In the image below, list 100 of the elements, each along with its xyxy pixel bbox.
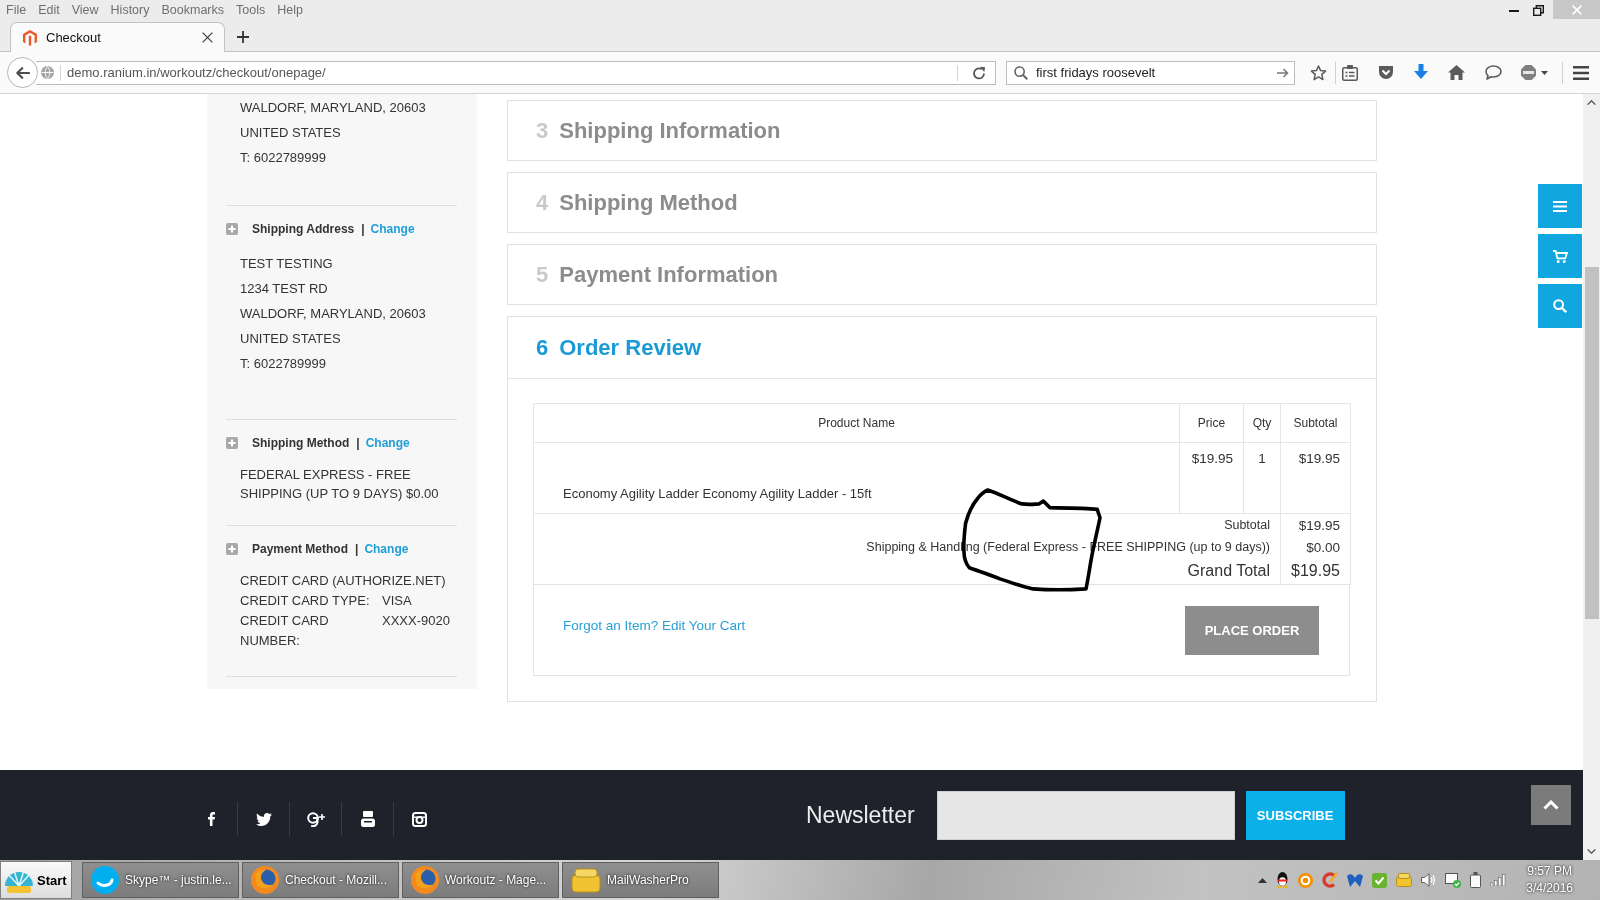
taskbar-button[interactable]: MailWasherPro: [562, 862, 719, 898]
info-line: WALDORF, MARYLAND, 20603: [240, 305, 427, 323]
menu-item[interactable]: Bookmarks: [161, 2, 224, 18]
close-icon: [1571, 4, 1582, 15]
info-line: T: 6022789999: [240, 355, 328, 373]
fox-globe-icon: [411, 866, 439, 894]
menu-button[interactable]: [1538, 184, 1582, 228]
search-field[interactable]: first fridays roosevelt: [1006, 60, 1295, 85]
start-button[interactable]: Start: [0, 861, 72, 899]
total-value: $19.95: [1298, 517, 1340, 533]
change-link[interactable]: Change: [365, 436, 410, 450]
quantity-text: 1: [1258, 450, 1266, 466]
info-line: CREDIT CARD (AUTHORIZE.NET): [240, 572, 447, 590]
speaker-icon[interactable]: [1421, 873, 1437, 887]
search-icon: [1553, 299, 1567, 313]
menu-icon[interactable]: [1573, 65, 1589, 80]
speech-bubble-icon[interactable]: [1485, 65, 1502, 80]
field-label: CREDIT CARD TYPE:: [240, 592, 371, 610]
step-title[interactable]: Shipping Method: [559, 189, 738, 216]
info-line: WALDORF, MARYLAND, 20603: [240, 99, 427, 117]
address-field[interactable]: demo.ranium.in/workoutz/checkout/onepage/: [36, 60, 996, 85]
clock-time[interactable]: 9:57 PM: [1527, 863, 1572, 880]
back-to-top-button[interactable]: [1531, 785, 1571, 825]
restore-icon[interactable]: [1533, 4, 1544, 16]
ring-plus-icon[interactable]: [306, 811, 325, 827]
window-check-icon[interactable]: [1445, 872, 1462, 888]
clipboard-list-icon[interactable]: [1342, 64, 1358, 81]
back-button[interactable]: [7, 57, 38, 88]
edit-cart-link[interactable]: Forgot an Item? Edit Your Cart: [563, 617, 746, 633]
taskbar-button[interactable]: Checkout - Mozill...: [242, 862, 399, 898]
field-label: CREDIT CARD NUMBER:: [240, 612, 330, 650]
download-arrow-icon[interactable]: [1414, 64, 1428, 81]
place-order-button[interactable]: PLACE ORDER: [1185, 605, 1319, 655]
scroll-down-icon[interactable]: [1587, 849, 1596, 854]
signal-bars-icon[interactable]: [1490, 874, 1507, 886]
total-label: Subtotal: [1224, 518, 1270, 532]
facebook-icon[interactable]: [207, 812, 215, 826]
total-value: $0.00: [1306, 539, 1340, 555]
scroll-up-icon[interactable]: [1587, 100, 1596, 105]
check-tile-icon[interactable]: [1372, 872, 1388, 888]
info-line: T: 6022789999: [240, 149, 328, 167]
menu-item[interactable]: Edit: [38, 2, 60, 18]
subtotal-text: $19.95: [1298, 450, 1341, 466]
taskbar-button[interactable]: Skype™ - justin.le...: [82, 862, 239, 898]
brush-icon[interactable]: [1322, 872, 1339, 888]
newsletter-label: Newsletter: [806, 801, 915, 829]
reload-icon[interactable]: [972, 65, 986, 80]
total-label: Grand Total: [1187, 562, 1270, 579]
arrow-right-icon[interactable]: [1277, 67, 1289, 78]
info-line: FEDERAL EXPRESS - FREE SHIPPING (UP TO 9 DAYS) $0.00: [240, 466, 440, 503]
scrollbar-track[interactable]: [1583, 94, 1600, 860]
star-icon[interactable]: [1310, 64, 1327, 81]
product-name: Economy Agility Ladder Economy Agility Ladder - 15ft: [562, 486, 872, 503]
menu-icon: [1553, 200, 1567, 212]
chevron-up-icon: [1543, 800, 1559, 810]
tray-arrow-icon[interactable]: [1258, 877, 1268, 883]
clock-date[interactable]: 3/4/2016: [1526, 880, 1573, 897]
column-header: Product Name: [818, 416, 895, 430]
menu-item[interactable]: File: [6, 2, 27, 18]
penguin-icon[interactable]: [1276, 872, 1290, 888]
column-header: Price: [1197, 416, 1226, 430]
package-icon: [571, 867, 601, 893]
battery-icon[interactable]: [1470, 872, 1482, 888]
change-link[interactable]: Change: [364, 542, 409, 556]
cart-icon: [1552, 249, 1568, 263]
home-icon[interactable]: [1448, 65, 1465, 80]
price-text: $19.95: [1191, 450, 1234, 466]
subscribe-button[interactable]: SUBSCRIBE: [1245, 790, 1345, 840]
menu-item[interactable]: History: [110, 2, 150, 18]
back-arrow-icon: [15, 66, 30, 79]
search-icon: [1014, 65, 1028, 80]
cart-button[interactable]: [1538, 234, 1582, 278]
change-link[interactable]: Change: [370, 222, 415, 236]
menu-item[interactable]: View: [71, 2, 99, 18]
camera-icon[interactable]: [412, 811, 427, 827]
taskbar-button[interactable]: Workoutz - Mage...: [402, 862, 559, 898]
scroll-thumb[interactable]: [1584, 267, 1599, 619]
search-button[interactable]: [1538, 284, 1582, 328]
section-title: Payment Method: [252, 542, 348, 556]
stacked-blocks-icon[interactable]: [360, 811, 375, 827]
dropdown-caret-icon[interactable]: [1541, 70, 1548, 75]
menu-item[interactable]: Tools: [236, 2, 266, 18]
step-title[interactable]: Payment Information: [559, 261, 779, 288]
bird-icon[interactable]: [255, 812, 272, 826]
info-line: UNITED STATES: [240, 330, 342, 348]
hexagon-logo-icon: [23, 29, 37, 46]
newsletter-field[interactable]: [936, 790, 1235, 840]
menu-item[interactable]: Help: [277, 2, 303, 18]
close-tab-icon[interactable]: [202, 32, 213, 43]
plus-icon[interactable]: [237, 30, 249, 43]
pocket-icon[interactable]: [1378, 65, 1394, 80]
wing-icon[interactable]: [1347, 873, 1364, 887]
step-title[interactable]: Shipping Information: [559, 117, 781, 144]
section-title: Shipping Method: [252, 436, 350, 450]
browser-tab[interactable]: Checkout: [10, 22, 225, 52]
octagon-icon[interactable]: [1521, 65, 1536, 80]
column-header: Qty: [1252, 416, 1272, 430]
info-line: UNITED STATES: [240, 124, 342, 142]
smile-disc-icon: [91, 866, 119, 894]
step-title[interactable]: Order Review: [559, 334, 702, 361]
